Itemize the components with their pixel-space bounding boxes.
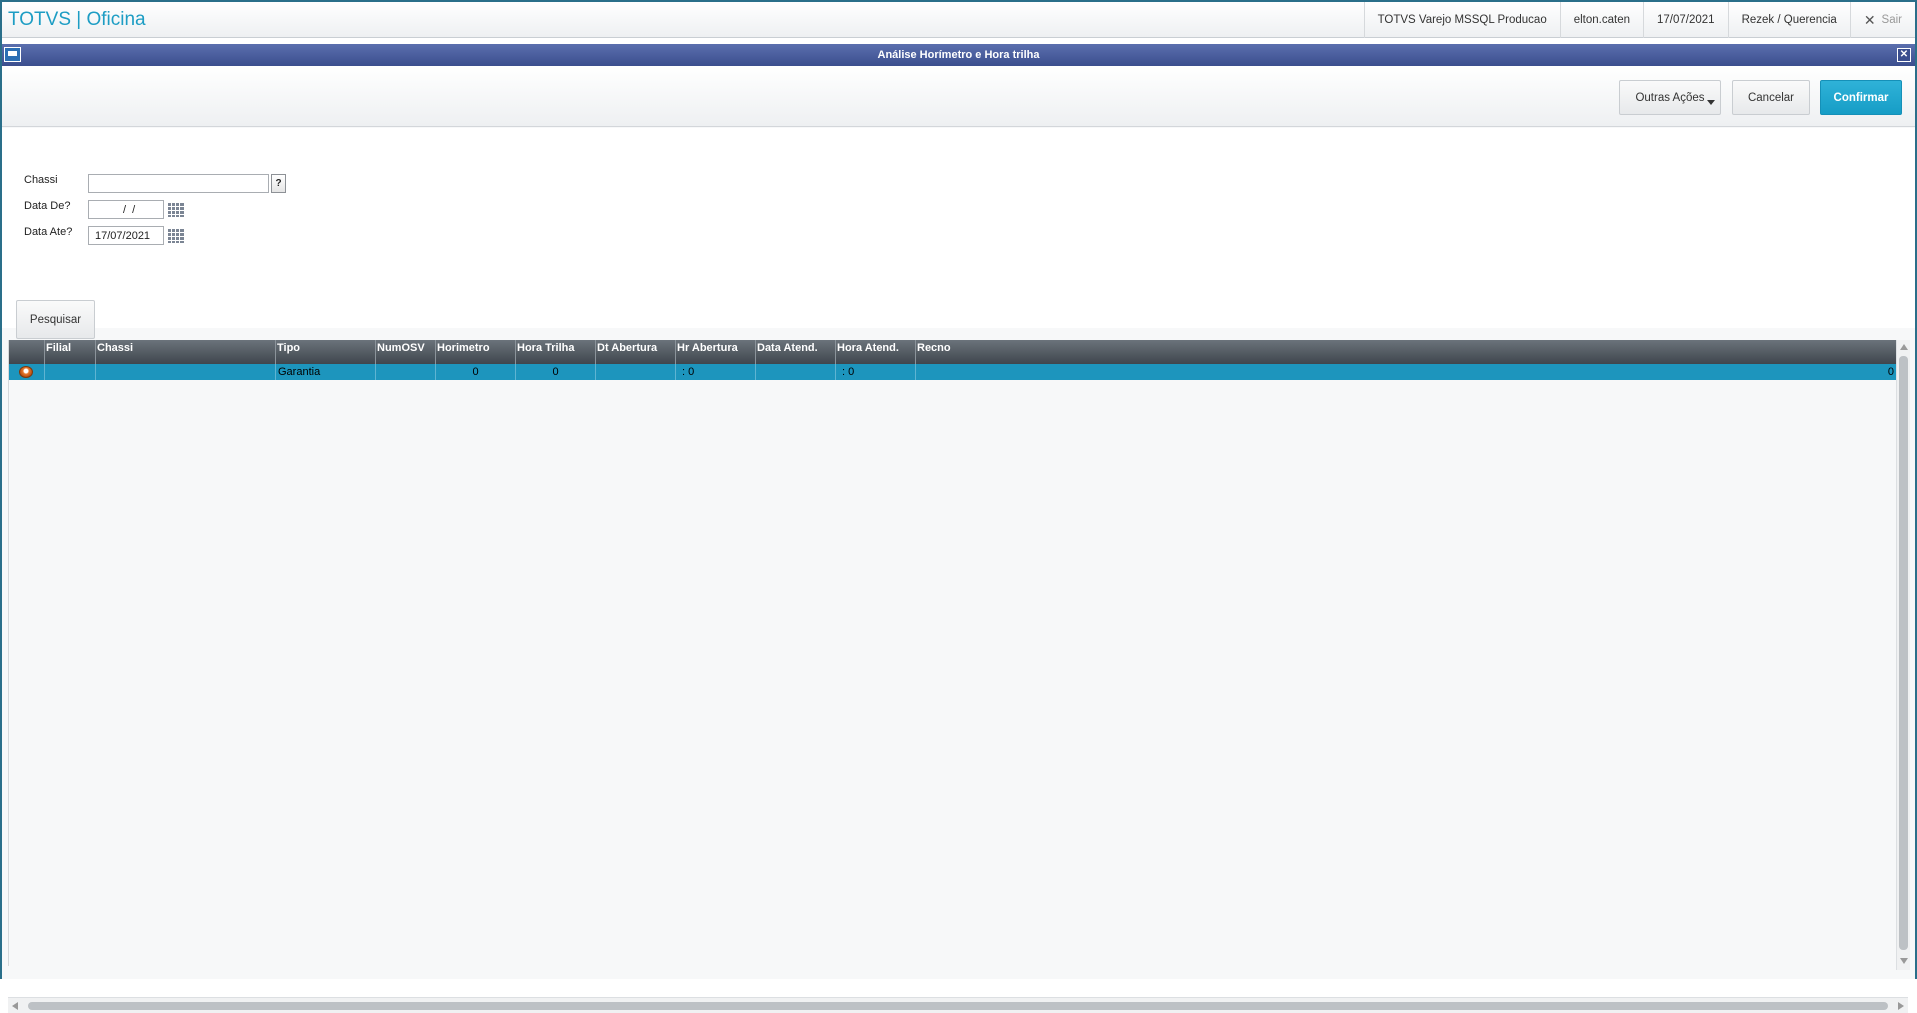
chassi-lookup-button[interactable]: ? — [271, 174, 286, 193]
app-title: TOTVS | Oficina — [8, 9, 146, 30]
dialog-title: Análise Horímetro e Hora trilha — [877, 49, 1040, 61]
top-bar-info: TOTVS Varejo MSSQL Producao elton.caten … — [1363, 2, 1915, 38]
confirm-button[interactable]: Confirmar — [1820, 80, 1902, 115]
dialog-titlebar: Análise Horímetro e Hora trilha ✕ — [2, 44, 1915, 66]
logout-label: Sair — [1881, 14, 1902, 26]
filial-cell — [45, 364, 96, 380]
app-window: TOTVS | Oficina TOTVS Varejo MSSQL Produ… — [0, 0, 1917, 1013]
results-grid: Filial Chassi Tipo NumOSV Horimetro Hora… — [8, 340, 1896, 966]
filter-form: Chassi ? Data De? Data Ate? Pesquisar — [2, 128, 1915, 339]
tipo-cell: Garantia — [276, 364, 376, 380]
logout-button[interactable]: ✕ Sair — [1849, 2, 1915, 38]
column-header-legend[interactable] — [9, 340, 45, 364]
analysis-dialog: Análise Horímetro e Hora trilha ✕ Outras… — [2, 44, 1915, 1013]
column-header-hora-atend[interactable]: Hora Atend. — [836, 340, 916, 364]
status-legend-icon — [19, 366, 33, 378]
date-label: 17/07/2021 — [1643, 2, 1728, 38]
vertical-scroll-thumb[interactable] — [1899, 356, 1908, 950]
scroll-down-icon[interactable] — [1900, 958, 1908, 964]
column-header-hr-abertura[interactable]: Hr Abertura — [676, 340, 756, 364]
scroll-up-icon[interactable] — [1900, 344, 1908, 350]
column-header-chassi[interactable]: Chassi — [96, 340, 276, 364]
calendar-icon[interactable] — [168, 229, 184, 243]
horimetro-cell: 0 — [436, 364, 516, 380]
hora-trilha-cell: 0 — [516, 364, 596, 380]
chevron-down-icon — [1707, 100, 1715, 105]
horizontal-scrollbar[interactable] — [8, 997, 1908, 1013]
scroll-left-icon[interactable] — [12, 1002, 18, 1010]
legend-cell[interactable] — [9, 364, 45, 380]
dialog-close-icon[interactable]: ✕ — [1897, 48, 1911, 62]
search-button[interactable]: Pesquisar — [16, 300, 95, 339]
chassi-cell — [96, 364, 276, 380]
column-header-dt-abertura[interactable]: Dt Abertura — [596, 340, 676, 364]
chassi-label: Chassi — [24, 174, 58, 186]
column-header-data-atend[interactable]: Data Atend. — [756, 340, 836, 364]
data-atend-cell — [756, 364, 836, 380]
dialog-toolbar: Outras Ações Cancelar Confirmar — [2, 66, 1915, 127]
column-header-recno[interactable]: Recno — [916, 340, 1896, 364]
table-row[interactable]: Garantia 0 0 : 0 : 0 0 — [9, 364, 1896, 380]
data-de-label: Data De? — [24, 200, 71, 212]
environment-label: TOTVS Varejo MSSQL Producao — [1363, 2, 1560, 38]
column-header-tipo[interactable]: Tipo — [276, 340, 376, 364]
data-ate-input[interactable] — [88, 226, 164, 245]
column-header-filial[interactable]: Filial — [45, 340, 96, 364]
calendar-icon[interactable] — [168, 203, 184, 217]
outras-acoes-button[interactable]: Outras Ações — [1619, 80, 1721, 115]
data-ate-label: Data Ate? — [24, 226, 73, 238]
numosv-cell — [376, 364, 436, 380]
hora-atend-cell: : 0 — [836, 364, 916, 380]
cancel-button[interactable]: Cancelar — [1732, 80, 1810, 115]
vertical-scrollbar[interactable] — [1896, 340, 1910, 970]
dt-abertura-cell — [596, 364, 676, 380]
top-bar: TOTVS | Oficina TOTVS Varejo MSSQL Produ… — [2, 2, 1915, 38]
recno-cell: 0 — [1887, 366, 1894, 378]
column-header-hora-trilha[interactable]: Hora Trilha — [516, 340, 596, 364]
grid-header: Filial Chassi Tipo NumOSV Horimetro Hora… — [9, 340, 1896, 364]
chassi-input[interactable] — [88, 174, 269, 193]
horizontal-scroll-thumb[interactable] — [28, 1002, 1888, 1010]
data-de-input[interactable] — [88, 200, 164, 219]
branch-label[interactable]: Rezek / Querencia — [1727, 2, 1850, 38]
window-icon[interactable] — [4, 47, 21, 62]
user-label: elton.caten — [1559, 2, 1643, 38]
scroll-right-icon[interactable] — [1898, 1002, 1904, 1010]
column-header-horimetro[interactable]: Horimetro — [436, 340, 516, 364]
column-header-numosv[interactable]: NumOSV — [376, 340, 436, 364]
outras-acoes-label: Outras Ações — [1635, 91, 1705, 104]
close-x-icon: ✕ — [1863, 11, 1876, 28]
hr-abertura-cell: : 0 — [676, 364, 756, 380]
